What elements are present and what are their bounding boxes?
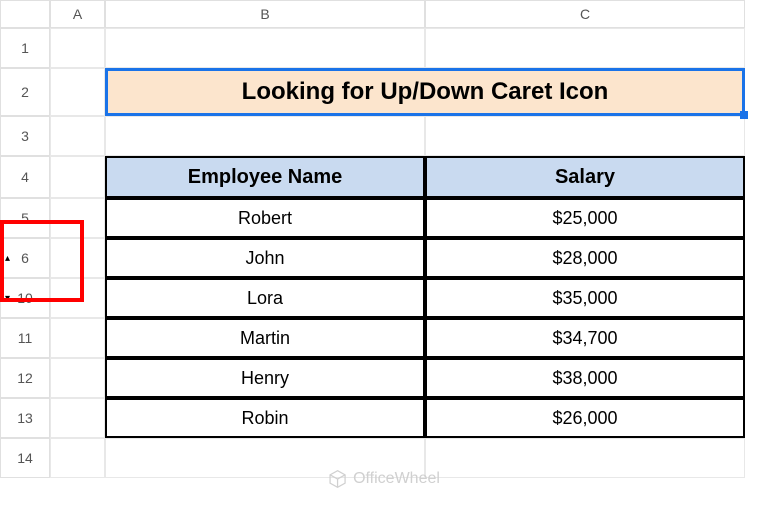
- table-cell-name-5[interactable]: Robin: [105, 398, 425, 438]
- col-header-C[interactable]: C: [425, 0, 745, 28]
- row-header-11[interactable]: 11: [0, 318, 50, 358]
- row-number-10: 10: [17, 290, 33, 306]
- row-header-13[interactable]: 13: [0, 398, 50, 438]
- cell-A6[interactable]: [50, 238, 105, 278]
- cell-A5[interactable]: [50, 198, 105, 238]
- cell-A10[interactable]: [50, 278, 105, 318]
- cell-B14[interactable]: [105, 438, 425, 478]
- row-header-12[interactable]: 12: [0, 358, 50, 398]
- cell-C3[interactable]: [425, 116, 745, 156]
- row-header-5[interactable]: 5: [0, 198, 50, 238]
- cell-A1[interactable]: [50, 28, 105, 68]
- row-header-6[interactable]: ▴ 6: [0, 238, 50, 278]
- caret-up-icon[interactable]: ▴: [5, 253, 10, 264]
- cell-A4[interactable]: [50, 156, 105, 198]
- title-cell[interactable]: Looking for Up/Down Caret Icon: [105, 68, 745, 116]
- cell-B1[interactable]: [105, 28, 425, 68]
- row-header-4[interactable]: 4: [0, 156, 50, 198]
- col-header-A[interactable]: A: [50, 0, 105, 28]
- row-header-2[interactable]: 2: [0, 68, 50, 116]
- table-cell-salary-0[interactable]: $25,000: [425, 198, 745, 238]
- table-cell-salary-1[interactable]: $28,000: [425, 238, 745, 278]
- table-cell-salary-5[interactable]: $26,000: [425, 398, 745, 438]
- row-header-10[interactable]: ▾ 10: [0, 278, 50, 318]
- cell-B3[interactable]: [105, 116, 425, 156]
- cell-A13[interactable]: [50, 398, 105, 438]
- cell-A14[interactable]: [50, 438, 105, 478]
- cell-A2[interactable]: [50, 68, 105, 116]
- row-header-3[interactable]: 3: [0, 116, 50, 156]
- caret-down-icon[interactable]: ▾: [5, 293, 10, 304]
- table-header-employee[interactable]: Employee Name: [105, 156, 425, 198]
- cell-A3[interactable]: [50, 116, 105, 156]
- table-cell-name-4[interactable]: Henry: [105, 358, 425, 398]
- table-cell-salary-3[interactable]: $34,700: [425, 318, 745, 358]
- select-all-corner[interactable]: [0, 0, 50, 28]
- row-header-14[interactable]: 14: [0, 438, 50, 478]
- cell-C14[interactable]: [425, 438, 745, 478]
- cell-C1[interactable]: [425, 28, 745, 68]
- table-cell-name-2[interactable]: Lora: [105, 278, 425, 318]
- row-header-1[interactable]: 1: [0, 28, 50, 68]
- table-cell-name-3[interactable]: Martin: [105, 318, 425, 358]
- table-cell-name-1[interactable]: John: [105, 238, 425, 278]
- table-header-salary[interactable]: Salary: [425, 156, 745, 198]
- table-cell-name-0[interactable]: Robert: [105, 198, 425, 238]
- cell-A11[interactable]: [50, 318, 105, 358]
- table-cell-salary-4[interactable]: $38,000: [425, 358, 745, 398]
- cell-A12[interactable]: [50, 358, 105, 398]
- row-number-6: 6: [21, 250, 29, 266]
- table-cell-salary-2[interactable]: $35,000: [425, 278, 745, 318]
- col-header-B[interactable]: B: [105, 0, 425, 28]
